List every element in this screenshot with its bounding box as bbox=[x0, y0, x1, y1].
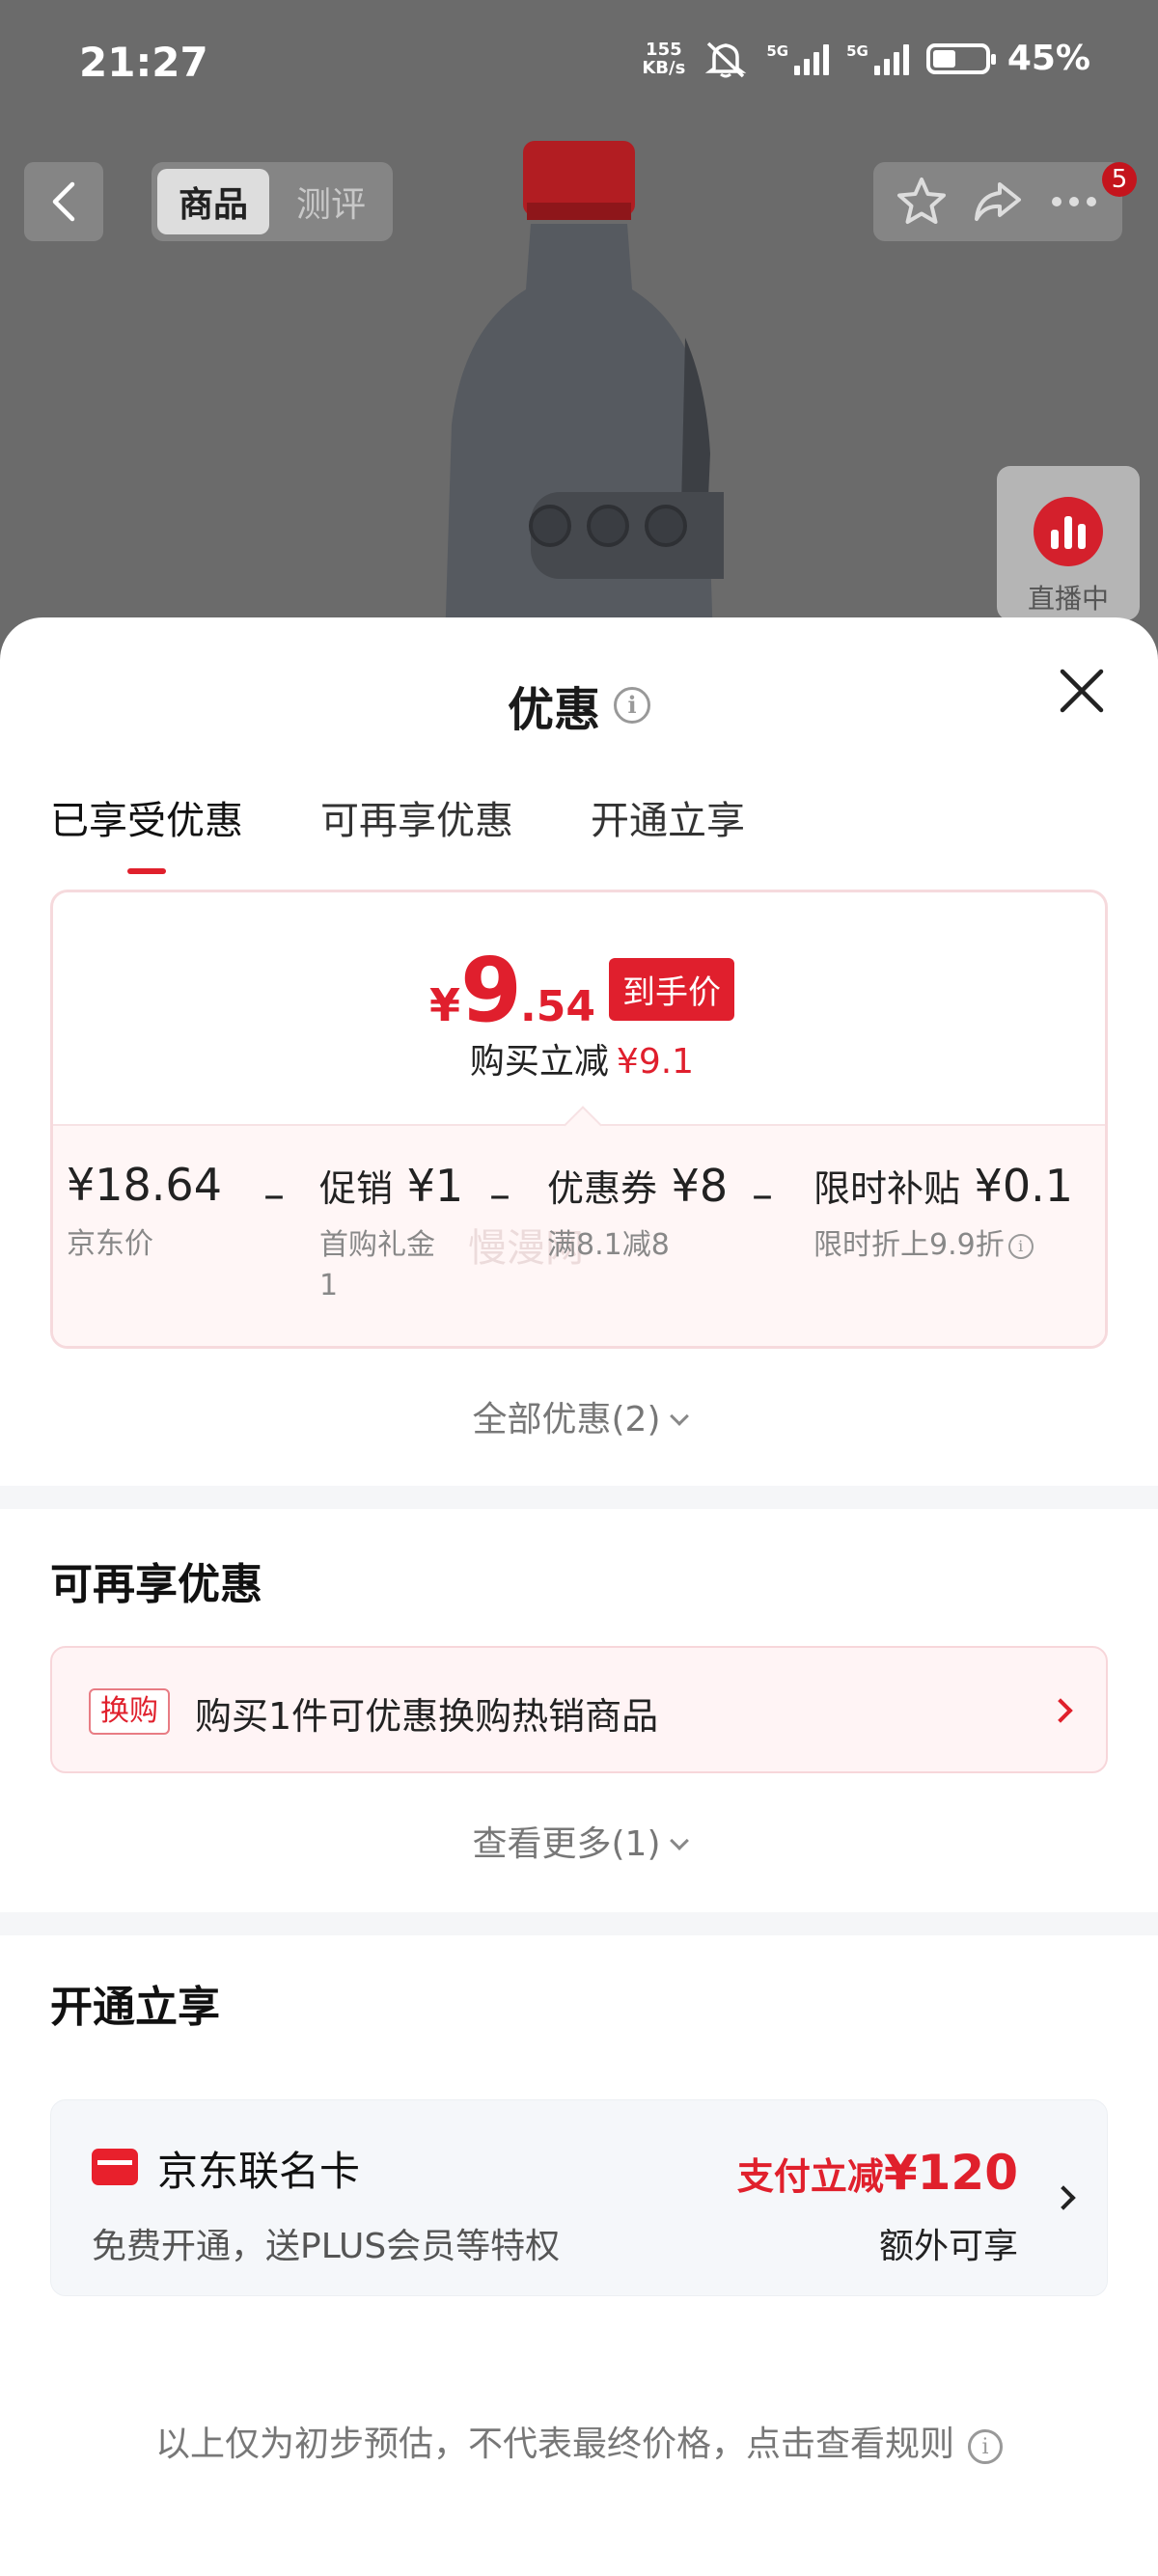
more-icon[interactable] bbox=[1047, 175, 1101, 229]
battery-icon bbox=[925, 42, 996, 74]
final-price-tag: 到手价 bbox=[608, 958, 734, 1021]
rules-info-icon[interactable]: i bbox=[968, 2429, 1003, 2464]
price-summary-card: ¥9.54 到手价 购买立减 ¥9.1 慢漫网 ¥18.64 京东价 – 促销 ¥1… bbox=[50, 890, 1108, 1349]
card-extra: 额外可享 bbox=[878, 2227, 1018, 2266]
star-icon[interactable] bbox=[895, 175, 949, 229]
open-now-title: 开通立享 bbox=[50, 1983, 220, 2032]
product-tab-switch: 商品 测评 bbox=[152, 162, 393, 241]
battery-percent: 45% bbox=[1006, 39, 1090, 78]
footer-note[interactable]: 以上仅为初步预估，不代表最终价格，点击查看规则 i bbox=[0, 2416, 1158, 2466]
price-breakdown: 慢漫网 ¥18.64 京东价 – 促销 ¥1 首购礼金 1 – 优惠券 ¥8 满8… bbox=[53, 1124, 1105, 1346]
minus-sign: – bbox=[752, 1170, 773, 1219]
more-badge: 5 bbox=[1102, 162, 1137, 197]
card-name: 京东联名卡 bbox=[157, 2148, 361, 2195]
tab-enjoyed[interactable]: 已享受优惠 bbox=[50, 789, 243, 874]
discount-sheet: 优惠 i 已享受优惠 可再享优惠 开通立享 ¥9.54 到手价 购买立减 ¥9.1 慢… bbox=[0, 617, 1158, 2576]
tab-open-now[interactable]: 开通立享 bbox=[591, 789, 745, 874]
final-price: ¥9.54 到手价 bbox=[53, 939, 1105, 1042]
breakdown-item-promo: 促销 ¥1 首购礼金 1 bbox=[319, 1160, 464, 1302]
breakdown-item-list-price: ¥18.64 京东价 bbox=[67, 1159, 222, 1261]
live-bars-icon bbox=[1034, 497, 1103, 566]
mute-icon bbox=[705, 41, 747, 77]
status-bar: 21:27 155 KB/s 5G 5G 45% bbox=[0, 0, 1158, 135]
tab-review[interactable]: 测评 bbox=[275, 169, 387, 234]
all-offers-link[interactable]: 全部优惠(2) bbox=[0, 1391, 1158, 1441]
cobrand-card-offer[interactable]: 京东联名卡 免费开通，送PLUS会员等特权 支付立减¥120 额外可享 bbox=[50, 2099, 1108, 2296]
share-icon[interactable] bbox=[971, 175, 1025, 229]
more-offers-title: 可再享优惠 bbox=[50, 1560, 262, 1609]
signal-2-icon: 5G bbox=[846, 42, 909, 75]
info-icon[interactable]: i bbox=[614, 687, 650, 724]
chevron-left-icon bbox=[52, 181, 75, 222]
status-icons: 155 KB/s 5G 5G 45% bbox=[642, 39, 1090, 78]
chevron-right-icon bbox=[1048, 1698, 1073, 1723]
tab-product[interactable]: 商品 bbox=[157, 169, 269, 234]
net-speed: 155 KB/s bbox=[642, 39, 686, 78]
tab-more-offers[interactable]: 可再享优惠 bbox=[320, 789, 513, 874]
chevron-down-icon bbox=[669, 1831, 689, 1850]
subsidy-info-icon[interactable]: i bbox=[1007, 1234, 1034, 1259]
close-icon[interactable] bbox=[1057, 666, 1107, 716]
reduce-row: 购买立减 ¥9.1 bbox=[469, 1042, 695, 1082]
product-image bbox=[444, 141, 724, 675]
section-divider bbox=[0, 1912, 1158, 1935]
minus-sign: – bbox=[263, 1170, 285, 1219]
minus-sign: – bbox=[489, 1170, 510, 1219]
status-time: 21:27 bbox=[79, 39, 208, 86]
chevron-down-icon bbox=[669, 1407, 689, 1426]
exchange-text: 购买1件可优惠换购热销商品 bbox=[195, 1695, 659, 1738]
back-button[interactable] bbox=[24, 162, 103, 241]
signal-1-icon: 5G bbox=[766, 42, 830, 75]
nav-actions bbox=[873, 162, 1122, 241]
breakdown-item-coupon: 优惠券 ¥8 满8.1减8 bbox=[547, 1160, 729, 1262]
live-label: 直播中 bbox=[1027, 583, 1109, 615]
breakdown-item-subsidy: 限时补贴 ¥0.1 限时折上9.9折 i bbox=[813, 1160, 1074, 1262]
card-promo: 支付立减¥120 bbox=[736, 2145, 1018, 2201]
sheet-tabs: 已享受优惠 可再享优惠 开通立享 bbox=[50, 789, 745, 874]
credit-card-icon bbox=[92, 2149, 138, 2185]
chevron-right-icon bbox=[1051, 2185, 1076, 2210]
card-desc: 免费开通，送PLUS会员等特权 bbox=[92, 2227, 561, 2266]
sheet-title: 优惠 i bbox=[0, 671, 1158, 739]
see-more-link[interactable]: 查看更多(1) bbox=[0, 1816, 1158, 1866]
section-divider bbox=[0, 1486, 1158, 1509]
live-stream-float[interactable]: 直播中 bbox=[997, 466, 1140, 620]
exchange-tag: 换购 bbox=[89, 1688, 170, 1735]
exchange-offer-row[interactable]: 换购 购买1件可优惠换购热销商品 bbox=[50, 1646, 1108, 1773]
